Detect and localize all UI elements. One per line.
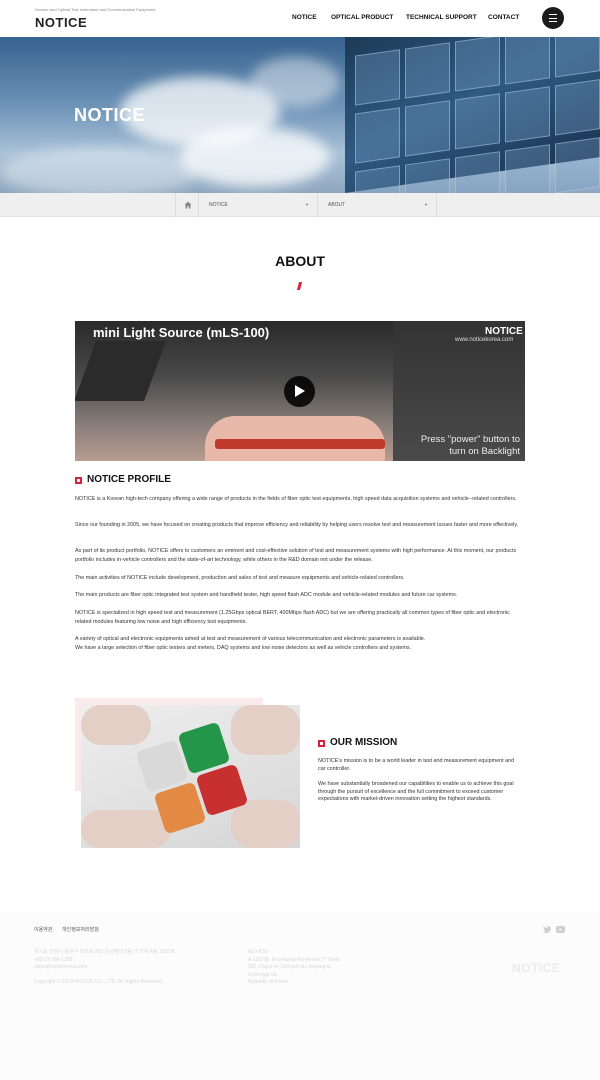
video-frame-left <box>75 321 395 461</box>
breadcrumb-level2-label: ABOUT <box>328 202 346 208</box>
breadcrumb-home-button[interactable] <box>175 193 199 217</box>
profile-paragraph: A variety of optical and electronic equi… <box>75 636 426 642</box>
mission-paragraph: NOTICE's mission is to be a world leader… <box>318 758 515 772</box>
nav-item-contact[interactable]: CONTACT <box>488 14 519 21</box>
site-header: Nuclear and Optical Test Instrument and … <box>0 0 600 37</box>
video-url: www.noticekorea.com <box>455 337 514 343</box>
video-brand: NOTICE <box>485 326 523 337</box>
laptop-screen-shape <box>75 341 166 401</box>
section-bullet-icon <box>318 740 325 747</box>
breadcrumb-select-level1[interactable]: NOTICE ▼ <box>199 193 318 217</box>
device-shape <box>215 439 385 449</box>
menu-line-icon <box>549 17 557 19</box>
video-player[interactable]: mini Light Source (mLS-100) NOTICE www.n… <box>75 321 525 461</box>
video-title: mini Light Source (mLS-100) <box>93 325 270 340</box>
nav-item-technical-support[interactable]: TECHNICAL SUPPORT <box>406 14 477 21</box>
glass-building <box>345 37 600 193</box>
profile-paragraph: The main products are fiber optic integr… <box>75 592 458 598</box>
footer-address-en: A1b-B1b A-1307/B, Keumkang Penterium IT … <box>248 949 342 986</box>
chevron-down-icon: ▼ <box>424 202 428 207</box>
hero-banner: NOTICE <box>0 37 600 193</box>
menu-line-icon <box>549 21 557 22</box>
site-footer: 이용약관 개인정보처리방침 경기도 안양시 동안구 학의로 282 금강펜테리움… <box>0 911 600 1080</box>
puzzle-image <box>81 705 300 848</box>
profile-paragraph: We have a large selection of fiber optic… <box>75 645 412 651</box>
cloud-shape <box>250 57 340 107</box>
footer-link-privacy[interactable]: 개인정보처리방침 <box>62 926 99 933</box>
breadcrumb-level1-label: NOTICE <box>209 202 228 208</box>
youtube-icon[interactable] <box>556 926 565 935</box>
breadcrumb-select-level2[interactable]: ABOUT ▼ <box>318 193 437 217</box>
video-caption-line2: turn on Backlight <box>449 446 520 457</box>
play-icon <box>295 385 305 397</box>
header-tagline: Nuclear and Optical Test Instrument and … <box>35 7 156 12</box>
play-button[interactable] <box>284 376 315 407</box>
nav-item-optical-product[interactable]: OPTICAL PRODUCT <box>331 14 393 21</box>
hamburger-menu-button[interactable] <box>542 7 564 29</box>
hero-title: NOTICE <box>74 105 146 125</box>
breadcrumb: NOTICE ▼ ABOUT ▼ <box>0 193 600 217</box>
footer-link-terms[interactable]: 이용약관 <box>34 926 52 933</box>
profile-paragraph: As part of its product portfolio, NOTICE… <box>75 548 517 563</box>
cloud-shape <box>0 147 200 193</box>
site-logo[interactable]: NOTICE <box>35 15 87 30</box>
video-caption: Press "power" button to turn on Backligh… <box>400 434 520 458</box>
video-caption-line1: Press "power" button to <box>420 434 520 445</box>
page-title: ABOUT <box>275 253 325 269</box>
profile-paragraph: NOTICE is a Korean high-tech company off… <box>75 496 517 502</box>
footer-copyright: Copyright © 2019 NOTICE CO., LTD. All Ri… <box>34 979 164 985</box>
footer-logo: NOTICE <box>512 961 561 975</box>
footer-address-kr: 경기도 안양시 동안구 학의로 282 금강펜테리움 IT 타워 A동 1307… <box>34 949 175 971</box>
profile-paragraph: NOTICE is specialized in high speed test… <box>75 610 510 625</box>
cloud-shape <box>180 127 330 187</box>
profile-heading: NOTICE PROFILE <box>87 474 171 485</box>
mission-heading: OUR MISSION <box>330 737 398 748</box>
logo-text: NOTICE <box>35 15 88 30</box>
menu-line-icon <box>549 14 557 15</box>
profile-paragraph: The main activities of NOTICE include de… <box>75 575 405 581</box>
home-icon <box>184 201 192 209</box>
nav-item-notice[interactable]: NOTICE <box>292 14 317 21</box>
profile-paragraph: Since our founding in 2005, we have focu… <box>75 522 519 528</box>
mission-paragraph: We have substantially broadened our capa… <box>318 781 514 803</box>
title-accent-mark <box>296 282 303 290</box>
chevron-down-icon: ▼ <box>305 202 309 207</box>
section-bullet-icon <box>75 477 82 484</box>
twitter-icon[interactable] <box>543 926 551 935</box>
